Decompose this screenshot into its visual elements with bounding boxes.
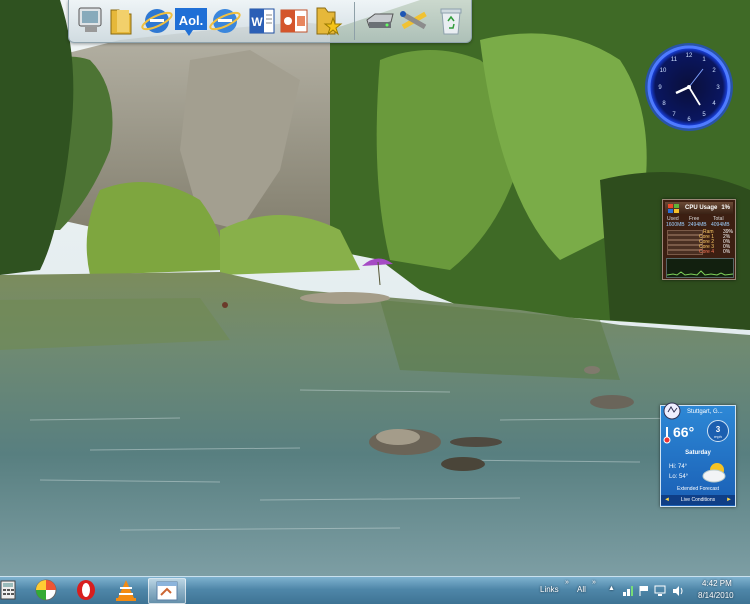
recycle-bin-icon[interactable] — [435, 4, 467, 36]
computer-icon[interactable] — [75, 4, 107, 36]
internet-explorer-icon-2[interactable] — [209, 4, 241, 36]
svg-text:Aol.: Aol. — [179, 13, 204, 28]
dock-separator — [354, 2, 355, 40]
network-icon[interactable] — [622, 585, 634, 597]
svg-text:W: W — [251, 15, 263, 29]
internet-explorer-icon[interactable] — [141, 4, 173, 36]
forecast-low: Lo: 54° — [669, 474, 689, 480]
icon-dock: Aol. W — [68, 0, 472, 43]
forecast-high: Hi: 74° — [669, 464, 688, 470]
weather-gadget[interactable]: Stuttgart, G... 66° 3 mph Saturday Hi: 7… — [660, 402, 736, 507]
aol-icon[interactable]: Aol. — [173, 4, 209, 36]
cpu-gadget-header: CPU Usage 1% — [665, 202, 733, 214]
wind-compass: 3 mph — [707, 420, 729, 442]
svg-text:12: 12 — [686, 53, 693, 59]
links-chevron-icon[interactable]: » — [565, 579, 569, 586]
cpu-gadget-title: CPU Usage — [685, 205, 718, 211]
extended-forecast-link[interactable]: Extended Forecast — [661, 486, 735, 492]
live-conditions-bar[interactable]: ◄ Live Conditions ► — [661, 495, 735, 505]
clock-gadget[interactable]: 12 1 2 3 4567 8 9 10 11 — [643, 41, 735, 133]
taskbar: Links » All » ▲ 4:42 PM 8/14/2010 — [0, 576, 750, 604]
thermometer-icon — [663, 427, 671, 444]
display-icon[interactable] — [654, 585, 666, 597]
free-value: 2494MB — [688, 222, 707, 228]
weather-logo-icon — [663, 402, 681, 420]
forecast-day: Saturday — [685, 450, 711, 456]
wind-unit: mph — [714, 434, 722, 439]
cpu-history-graph — [666, 258, 734, 278]
clock-time[interactable]: 4:42 PM — [702, 579, 732, 588]
volume-icon[interactable] — [672, 585, 684, 597]
cpu-usage-gadget[interactable]: CPU Usage 1% Used Free Total 1600MB 2494… — [662, 199, 736, 280]
svg-text:10: 10 — [660, 68, 667, 74]
live-conditions-label: Live Conditions — [680, 497, 716, 503]
opera-icon[interactable] — [68, 578, 104, 602]
paint-icon[interactable] — [148, 578, 186, 604]
tools-icon[interactable] — [397, 4, 429, 36]
total-value: 4094MB — [711, 222, 730, 228]
next-arrow-icon[interactable]: ► — [726, 495, 732, 505]
vlc-icon[interactable] — [108, 578, 144, 602]
favorites-folder-icon[interactable] — [311, 4, 343, 36]
show-hidden-icons-icon[interactable]: ▲ — [608, 585, 615, 592]
weather-city: Stuttgart, G... — [687, 409, 723, 415]
weather-temperature: 66° — [673, 424, 695, 440]
clock-date[interactable]: 8/14/2010 — [698, 591, 734, 600]
flag-icon[interactable] — [638, 585, 650, 597]
svg-text:11: 11 — [671, 57, 678, 63]
cpu-gadget-percent: 1% — [721, 205, 730, 211]
links-toolbar[interactable]: Links — [540, 585, 559, 594]
beach-ball-icon[interactable] — [28, 578, 64, 602]
prev-arrow-icon[interactable]: ◄ — [664, 495, 670, 505]
all-chevron-icon[interactable]: » — [592, 579, 596, 586]
powerpoint-icon[interactable] — [277, 4, 309, 36]
partly-cloudy-icon — [702, 463, 726, 483]
drive-icon[interactable] — [363, 4, 395, 36]
desktop-wallpaper — [0, 0, 750, 576]
wind-speed: 3 — [715, 425, 721, 434]
calculator-icon[interactable] — [0, 578, 18, 602]
windows-logo-icon — [668, 204, 679, 213]
used-value: 1600MB — [666, 222, 685, 228]
folder-icon[interactable] — [105, 4, 137, 36]
word-icon[interactable]: W — [245, 4, 277, 36]
all-toolbar[interactable]: All — [577, 585, 586, 594]
